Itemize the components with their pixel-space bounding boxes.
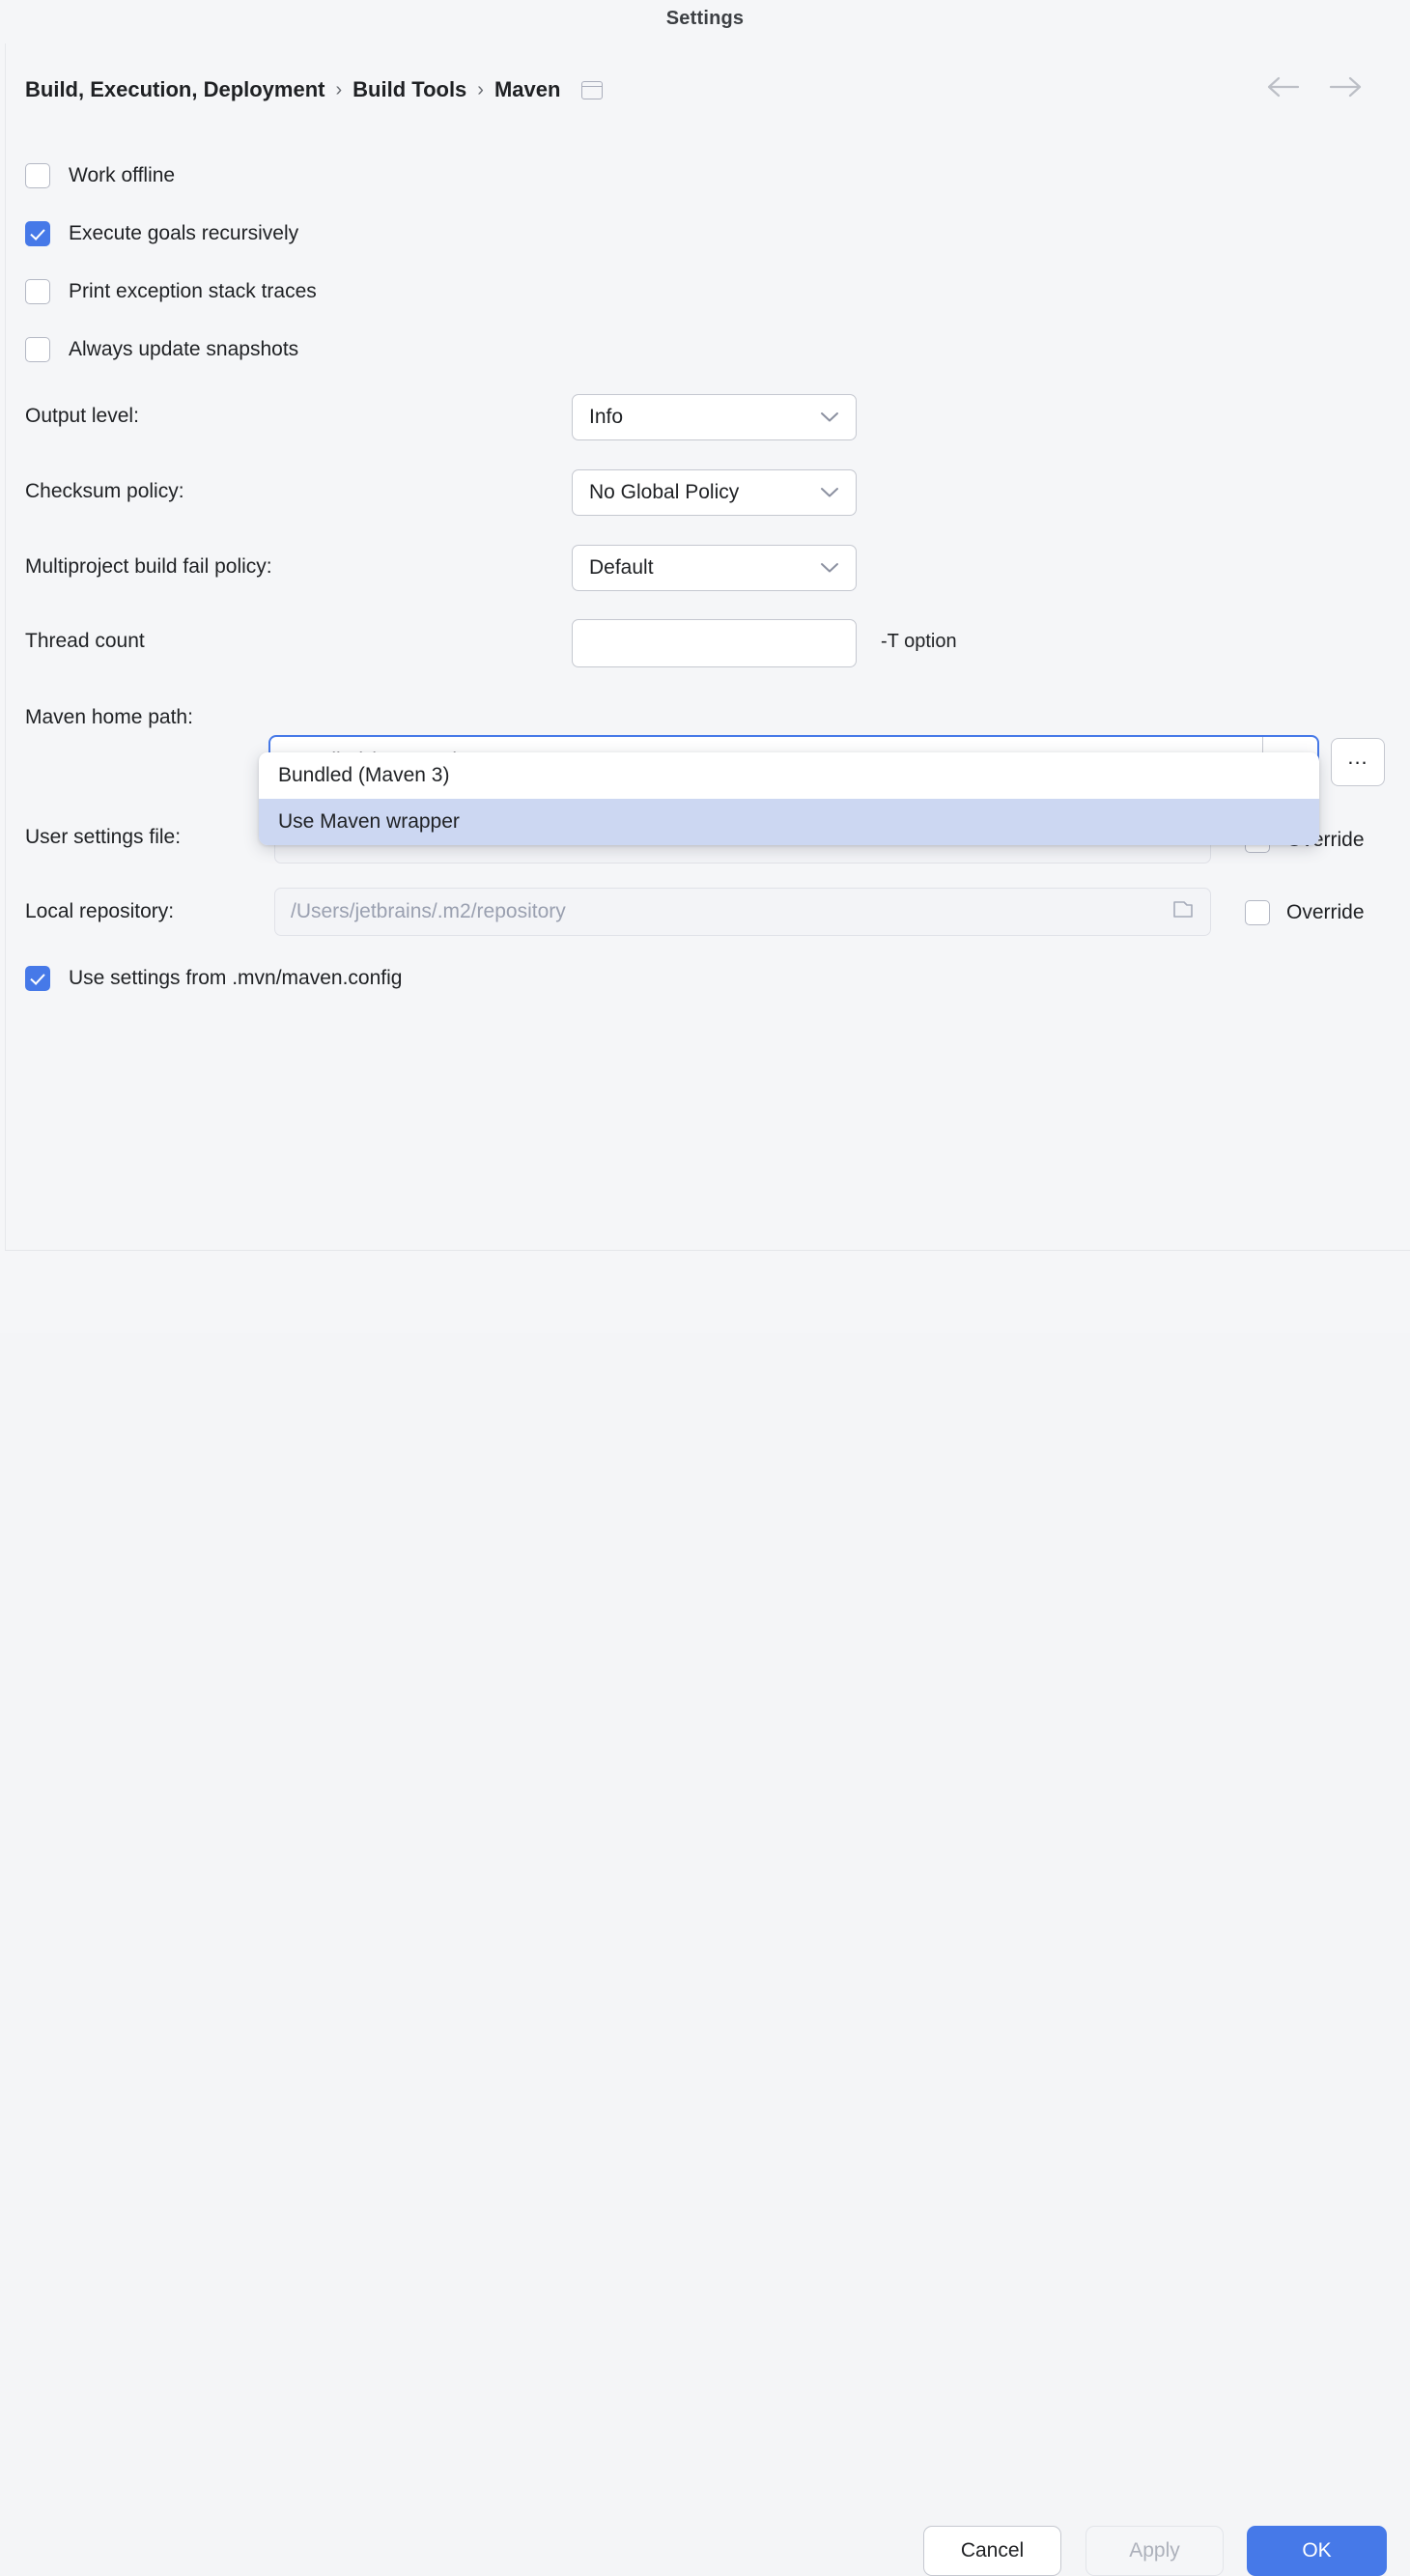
chevron-down-icon (820, 481, 839, 504)
output-level-dropdown[interactable]: Info (572, 394, 857, 440)
checkbox-row-print-exception-stack-traces[interactable]: Print exception stack traces (25, 279, 317, 304)
apply-button[interactable]: Apply (1086, 2526, 1224, 2576)
multiproject-build-fail-policy-dropdown[interactable]: Default (572, 545, 857, 591)
checksum-policy-value: No Global Policy (589, 481, 739, 504)
thread-count-label: Thread count (25, 630, 145, 653)
checkbox-row-work-offline[interactable]: Work offline (25, 163, 175, 188)
local-repository-override-row[interactable]: Override (1245, 900, 1365, 925)
multiproject-build-fail-policy-value: Default (589, 556, 654, 580)
checkbox-always-update-snapshots[interactable] (25, 337, 50, 362)
thread-count-hint: -T option (881, 631, 957, 653)
checkbox-work-offline[interactable] (25, 163, 50, 188)
checkbox-label-work-offline: Work offline (69, 164, 175, 187)
maven-home-path-browse-button[interactable]: ... (1331, 738, 1385, 786)
breadcrumb: Build, Execution, Deployment › Build Too… (25, 77, 603, 102)
checksum-policy-label-row: Checksum policy: (25, 480, 184, 503)
thread-count-label-row: Thread count (25, 630, 145, 653)
folder-icon[interactable] (1171, 897, 1195, 926)
checkbox-local-repository-override[interactable] (1245, 900, 1270, 925)
output-level-label: Output level: (25, 405, 139, 428)
checkbox-row-use-mvn-config[interactable]: Use settings from .mvn/maven.config (25, 966, 402, 991)
chevron-down-icon (820, 556, 839, 580)
maven-home-path-label-row: Maven home path: (25, 706, 193, 729)
checkbox-label-use-mvn-config: Use settings from .mvn/maven.config (69, 967, 402, 990)
breadcrumb-item-build-tools[interactable]: Build Tools (352, 77, 466, 102)
checkbox-use-mvn-config[interactable] (25, 966, 50, 991)
dropdown-option-bundled-maven-3[interactable]: Bundled (Maven 3) (259, 752, 1319, 799)
navigation-buttons (1267, 76, 1362, 98)
checkbox-label-print-exception-stack-traces: Print exception stack traces (69, 280, 317, 303)
checkbox-row-execute-goals-recursively[interactable]: Execute goals recursively (25, 221, 298, 246)
checkbox-label-always-update-snapshots: Always update snapshots (69, 338, 298, 361)
output-level-value: Info (589, 406, 623, 429)
checkbox-execute-goals-recursively[interactable] (25, 221, 50, 246)
window-title: Settings (0, 8, 1410, 30)
multiproject-build-fail-policy-label: Multiproject build fail policy: (25, 555, 272, 579)
footer: Cancel Apply OK (0, 1251, 1410, 1333)
local-repository-input[interactable]: /Users/jetbrains/.m2/repository (274, 888, 1211, 936)
maven-home-path-dropdown-list[interactable]: Bundled (Maven 3) Use Maven wrapper (259, 752, 1319, 845)
arrow-right-icon[interactable] (1329, 76, 1362, 98)
checkbox-print-exception-stack-traces[interactable] (25, 279, 50, 304)
settings-panel: Build, Execution, Deployment › Build Too… (5, 43, 1410, 1250)
breadcrumb-item-build-execution-deployment[interactable]: Build, Execution, Deployment (25, 77, 324, 102)
chevron-down-icon (820, 406, 839, 429)
breadcrumb-separator: › (477, 79, 484, 101)
multiproject-build-fail-policy-label-row: Multiproject build fail policy: (25, 555, 272, 579)
user-settings-file-label: User settings file: (25, 826, 181, 849)
local-repository-label: Local repository: (25, 900, 174, 923)
local-repository-label-row: Local repository: (25, 900, 174, 923)
settings-dialog: Settings Build, Execution, Deployment › … (0, 0, 1410, 1333)
thread-count-input[interactable] (572, 619, 857, 667)
dropdown-option-use-maven-wrapper[interactable]: Use Maven wrapper (259, 799, 1319, 845)
checkbox-label-execute-goals-recursively: Execute goals recursively (69, 222, 298, 245)
local-repository-override-label: Override (1286, 901, 1365, 924)
breadcrumb-item-maven[interactable]: Maven (494, 77, 560, 102)
cancel-button[interactable]: Cancel (923, 2526, 1061, 2576)
checkbox-row-always-update-snapshots[interactable]: Always update snapshots (25, 337, 298, 362)
user-settings-file-label-row: User settings file: (25, 826, 181, 849)
arrow-left-icon[interactable] (1267, 76, 1300, 98)
checksum-policy-label: Checksum policy: (25, 480, 184, 503)
local-repository-value: /Users/jetbrains/.m2/repository (291, 900, 566, 923)
maven-home-path-label: Maven home path: (25, 706, 193, 729)
breadcrumb-separator: › (335, 79, 342, 101)
window-panel-icon[interactable] (581, 81, 603, 99)
checksum-policy-dropdown[interactable]: No Global Policy (572, 469, 857, 516)
output-level-label-row: Output level: (25, 405, 139, 428)
ok-button[interactable]: OK (1247, 2526, 1387, 2576)
